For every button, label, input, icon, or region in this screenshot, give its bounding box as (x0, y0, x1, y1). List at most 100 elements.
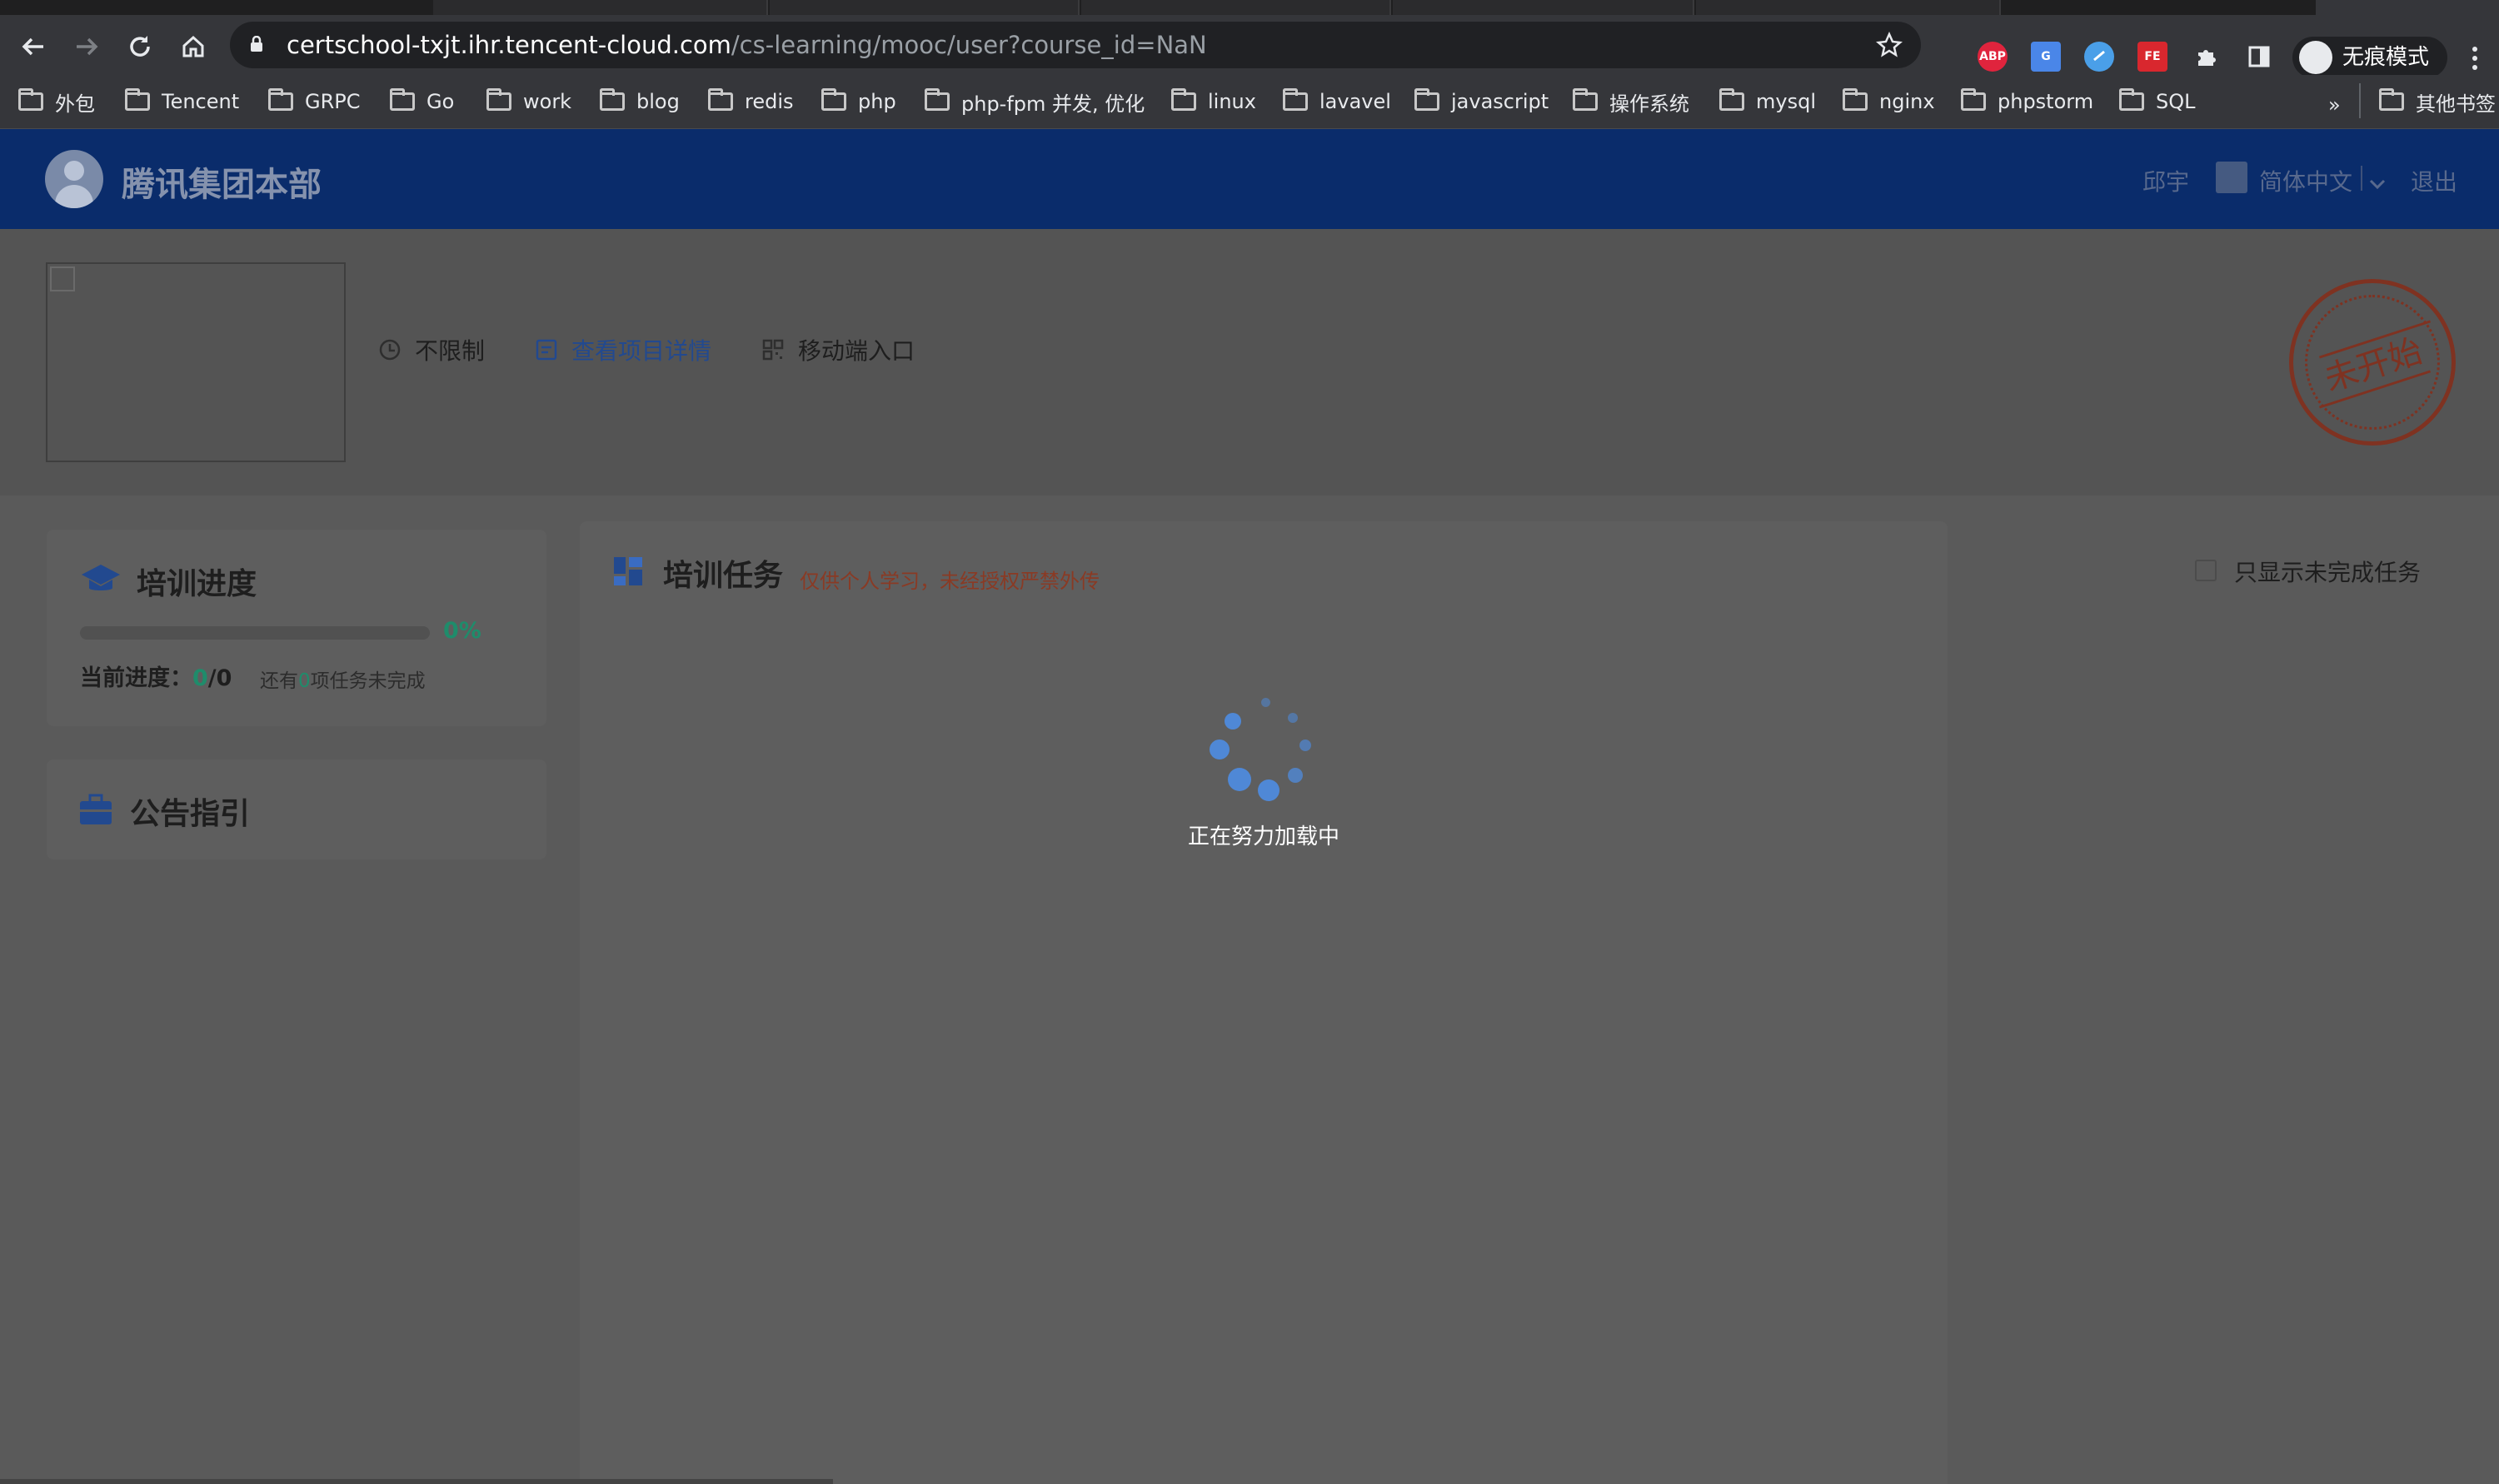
loading-spinner (1206, 698, 1323, 814)
folder-icon (1843, 88, 1868, 111)
fe-helper-icon[interactable]: FE (2137, 42, 2167, 72)
logout-link[interactable]: 退出 (2411, 164, 2457, 197)
show-unfinished-checkbox[interactable] (2195, 560, 2217, 581)
extension-label: G (2041, 50, 2051, 63)
url-text: certschool-txjt.ihr.tencent-cloud.com/cs… (287, 31, 1207, 59)
bookmark-label: 外包 (55, 92, 95, 116)
clock-icon (379, 339, 401, 361)
forward-button[interactable] (70, 30, 103, 63)
bookmark-folder[interactable]: nginx (1843, 85, 1935, 118)
address-bar[interactable]: certschool-txjt.ihr.tencent-cloud.com/cs… (230, 22, 1921, 68)
folder-icon (600, 88, 625, 111)
browser-tab[interactable] (433, 0, 768, 15)
arrow-right-icon (77, 37, 98, 56)
bookmark-folder[interactable]: mysql (1719, 85, 1816, 118)
total-count: 0 (216, 665, 232, 691)
remaining-suffix: 项任务未完成 (310, 670, 426, 692)
bookmarks-divider (2359, 83, 2361, 118)
dashboard-icon (614, 557, 642, 585)
copyright-warning: 仅供个人学习，未经授权严禁外传 (800, 570, 1100, 593)
browser-tab[interactable] (1393, 0, 1694, 15)
view-project-details-link[interactable]: 查看项目详情 (535, 333, 711, 366)
bookmark-folder[interactable]: php-fpm 并发, 优化 (925, 85, 1145, 118)
folder-icon (1171, 88, 1196, 111)
folder-icon (18, 88, 43, 111)
folder-icon (486, 88, 511, 111)
bookmark-label: mysql (1756, 90, 1816, 113)
bookmark-label: Go (426, 90, 455, 113)
bookmark-folder[interactable]: SQL (2119, 85, 2196, 118)
bookmark-label: php (858, 90, 896, 113)
bookmark-label: Tencent (162, 90, 240, 113)
extensions-puzzle-icon[interactable] (2191, 42, 2221, 72)
chevron-down-icon (2369, 179, 2385, 190)
browser-menu-button[interactable] (2472, 47, 2477, 74)
reload-button[interactable] (123, 30, 157, 63)
mobile-entry-link[interactable]: 移动端入口 (761, 333, 915, 366)
bookmark-folder[interactable]: 操作系统 (1573, 85, 1689, 118)
bookmark-folder[interactable]: blog (600, 85, 680, 118)
bookmark-label: lavavel (1319, 90, 1391, 113)
folder-icon (1414, 88, 1439, 111)
adblock-plus-icon[interactable]: ABP (1978, 42, 2008, 72)
bookmark-folder[interactable]: Go (390, 85, 454, 118)
home-button[interactable] (177, 30, 210, 63)
bookmark-folder[interactable]: redis (708, 85, 794, 118)
bookmark-label: blog (636, 90, 680, 113)
other-bookmarks-folder[interactable]: 其他书签 (2379, 85, 2496, 118)
browser-tab-active[interactable] (2316, 0, 2499, 15)
incognito-label: 无痕模式 (2342, 45, 2430, 70)
bookmarks-overflow-button[interactable]: » (2328, 93, 2341, 117)
status-stamp: 未开始 (2289, 279, 2456, 446)
current-progress-label: 当前进度： (80, 665, 192, 691)
reload-icon (130, 36, 150, 57)
folder-icon (1573, 88, 1598, 111)
folder-icon (390, 88, 415, 111)
bookmark-folder[interactable]: GRPC (268, 85, 361, 118)
briefcase-icon (80, 794, 112, 824)
google-translate-icon[interactable]: G (2031, 42, 2061, 72)
side-panel-button[interactable] (2244, 42, 2274, 72)
bookmark-star-icon[interactable] (1876, 32, 1903, 58)
time-limit: 不限制 (378, 333, 485, 366)
bookmark-label: work (523, 90, 572, 113)
avatar[interactable] (45, 150, 103, 208)
progress-percent: 0% (443, 618, 481, 644)
bookmark-folder[interactable]: linux (1171, 85, 1256, 118)
horizontal-scrollbar[interactable] (0, 1479, 833, 1484)
bookmark-folder[interactable]: work (486, 85, 571, 118)
language-select[interactable]: 简体中文 (2259, 164, 2387, 197)
language-label: 简体中文 (2259, 168, 2353, 196)
org-name: 腾讯集团本部 (122, 166, 322, 204)
bookmark-folder[interactable]: javascript (1414, 85, 1549, 118)
bookmark-label: 其他书签 (2416, 92, 2496, 116)
back-button[interactable] (17, 30, 50, 63)
app-header: 腾讯集团本部 邱宇 简体中文 退出 (0, 129, 2499, 229)
puzzle-icon (2198, 50, 2216, 66)
view-project-details-label: 查看项目详情 (571, 337, 712, 365)
bookmark-label: 操作系统 (1609, 92, 1689, 116)
graduation-cap-icon (82, 565, 120, 590)
bookmark-folder[interactable]: 外包 (18, 85, 95, 118)
folder-icon (1283, 88, 1308, 111)
show-unfinished-label[interactable]: 只显示未完成任务 (2234, 555, 2421, 588)
browser-tab[interactable] (1081, 0, 1391, 15)
vimium-glyph (2093, 50, 2105, 62)
header-divider (2361, 166, 2362, 191)
vimium-icon[interactable] (2084, 42, 2114, 72)
folder-icon (1961, 88, 1986, 111)
bookmark-folder[interactable]: php (821, 85, 896, 118)
bookmark-folder[interactable]: Tencent (125, 85, 239, 118)
browser-tab[interactable] (770, 0, 1080, 15)
current-progress: 当前进度：0/0 (80, 660, 232, 692)
notice-card[interactable]: 公告指引 (47, 759, 546, 859)
done-count: 0 (192, 665, 208, 691)
bookmark-folder[interactable]: phpstorm (1961, 85, 2093, 118)
bookmark-folder[interactable]: lavavel (1283, 85, 1391, 118)
lock-icon (251, 36, 262, 52)
browser-tab[interactable] (1696, 0, 2001, 15)
user-name-link[interactable]: 邱宇 (2142, 164, 2189, 197)
extension-label: ABP (1979, 50, 2006, 63)
mobile-entry-label: 移动端入口 (798, 337, 915, 365)
incognito-indicator[interactable]: 无痕模式 (2292, 37, 2448, 78)
